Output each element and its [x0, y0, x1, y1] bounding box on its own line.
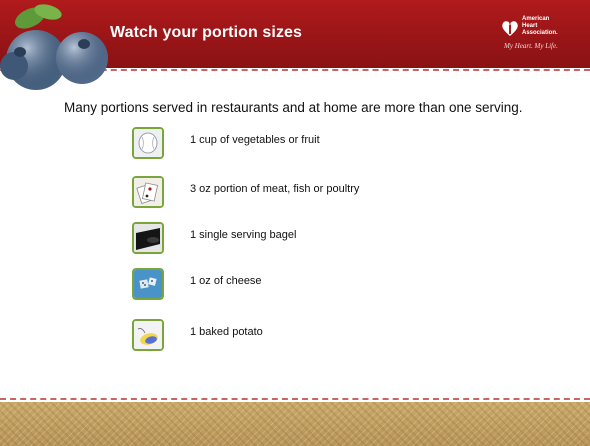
footer-band: [0, 402, 590, 446]
item-label: 1 cup of vegetables or fruit: [190, 134, 320, 146]
item-label: 1 baked potato: [190, 326, 263, 338]
item-label: 1 oz of cheese: [190, 275, 262, 287]
slide-title: Watch your portion sizes: [110, 24, 303, 41]
intro-text: Many portions served in restaurants and …: [64, 100, 523, 115]
item-label: 3 oz portion of meat, fish or poultry: [190, 183, 360, 195]
logo-line-3: Association.: [522, 30, 558, 36]
item-label: 1 single serving bagel: [190, 229, 297, 241]
logo-line-2: Heart: [522, 23, 538, 29]
computer-mouse-icon: [134, 321, 162, 349]
aha-logo-text: American Heart Association.: [522, 16, 558, 37]
playing-cards-icon: [134, 178, 162, 206]
logo-tagline: My Heart. My Life.: [504, 42, 558, 50]
logo-line-1: American: [522, 16, 550, 22]
item-thumbnail: [132, 319, 164, 351]
item-thumbnail: [132, 176, 164, 208]
dice-icon: [134, 270, 162, 298]
item-thumbnail: [132, 127, 164, 159]
slide: Watch your portion sizes American Heart …: [0, 0, 590, 446]
baseball-icon: [134, 129, 162, 157]
item-thumbnail: [132, 268, 164, 300]
blueberries-image: [0, 4, 108, 90]
item-thumbnail: [132, 222, 164, 254]
hockey-puck-icon: [134, 224, 162, 252]
footer-divider: [0, 398, 590, 400]
aha-logo: American Heart Association. My Heart. My…: [500, 14, 580, 64]
heart-torch-icon: [502, 21, 518, 36]
